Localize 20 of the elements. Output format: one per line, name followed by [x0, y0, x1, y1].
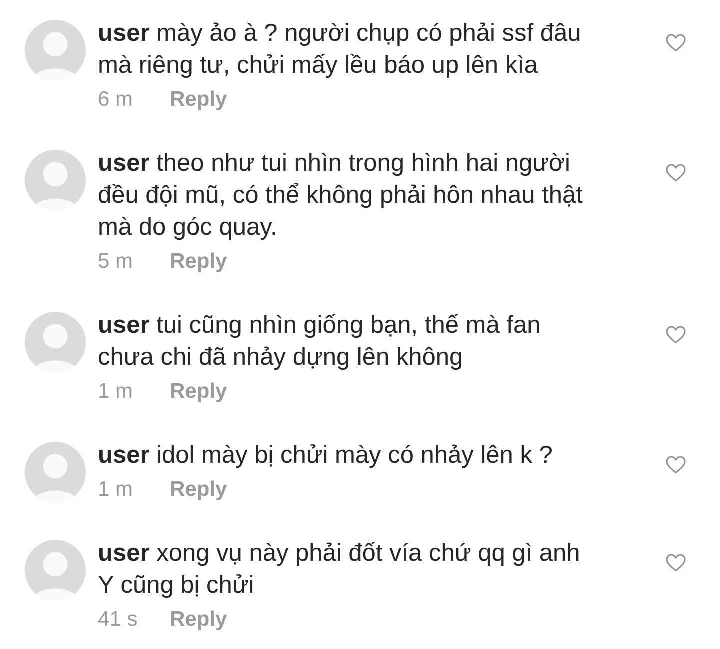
comment-text: user theo như tui nhìn trong hình hai người đều đội mũ, có thể không phải hôn nhau thật mà do góc quay.: [98, 149, 584, 243]
timestamp: 5 m: [98, 249, 134, 275]
reply-button[interactable]: Reply: [170, 476, 228, 504]
heart-icon[interactable]: [666, 164, 686, 182]
heart-icon[interactable]: [666, 456, 686, 474]
timestamp: 1 m: [98, 477, 134, 503]
reply-button[interactable]: Reply: [170, 378, 228, 406]
comment-text: user tui cũng nhìn giống bạn, thế mà fan chưa chi đã nhảy dựng lên không: [98, 311, 542, 373]
comment-text: user xong vụ này phải đốt vía chứ qq gì anh Y cũng bị chửi: [98, 539, 582, 601]
timestamp: 6 m: [98, 87, 134, 113]
heart-icon[interactable]: [666, 34, 686, 52]
timestamp: 41 s: [98, 607, 138, 633]
reply-button[interactable]: Reply: [170, 606, 228, 634]
reply-button[interactable]: Reply: [170, 248, 228, 276]
comment-text: user idol mày bị chửi mày có nhảy lên k ?: [98, 441, 554, 471]
heart-icon[interactable]: [666, 326, 686, 344]
timestamp: 1 m: [98, 379, 134, 405]
heart-icon[interactable]: [666, 554, 686, 572]
comment-text: user mày ảo à ? người chụp có phải ssf đâu mà riêng tư, chửi mấy lều báo up lên kìa: [98, 19, 582, 81]
reply-button[interactable]: Reply: [170, 86, 228, 114]
